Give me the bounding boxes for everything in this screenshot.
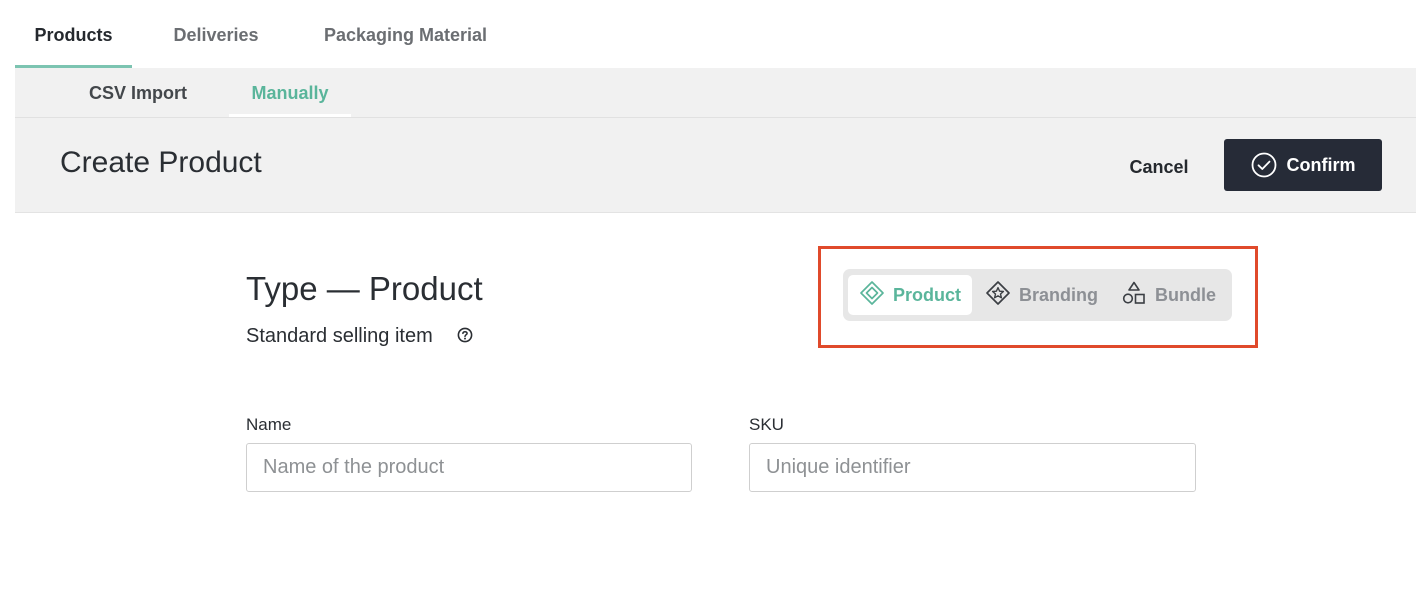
type-option-branding[interactable]: Branding [985,275,1105,315]
sku-input[interactable] [749,443,1196,492]
diamond-star-icon [985,280,1011,311]
type-option-branding-label: Branding [1019,284,1098,305]
confirm-label: Confirm [1286,154,1356,175]
subtab-manually[interactable]: Manually [229,68,351,117]
help-circle-icon[interactable] [457,327,473,348]
diamond-icon [859,280,885,311]
type-segmented-control: Product Branding Bundle [843,269,1232,321]
type-option-bundle-label: Bundle [1155,284,1216,305]
sub-tabs: CSV Import Manually [15,68,1416,118]
type-title: Type — Product [246,270,483,307]
subtab-csv-import[interactable]: CSV Import [73,68,203,117]
type-option-bundle[interactable]: Bundle [1121,275,1227,315]
type-option-product[interactable]: Product [848,275,972,315]
shapes-icon [1121,280,1147,311]
type-subtitle: Standard selling item [246,325,433,347]
confirm-button[interactable]: Confirm [1224,139,1382,191]
tab-products[interactable]: Products [15,0,132,68]
tab-packaging-material[interactable]: Packaging Material [303,0,508,68]
check-circle-icon [1251,152,1277,178]
main-tabs: Products Deliveries Packaging Material [15,0,1416,68]
name-input[interactable] [246,443,692,492]
page-title: Create Product [60,146,262,179]
cancel-button[interactable]: Cancel [1112,152,1206,182]
type-option-product-label: Product [892,284,961,305]
tab-deliveries[interactable]: Deliveries [157,0,275,68]
name-label: Name [246,415,292,434]
sku-label: SKU [749,415,784,434]
page-header: Create Product Cancel Confirm [15,118,1416,213]
